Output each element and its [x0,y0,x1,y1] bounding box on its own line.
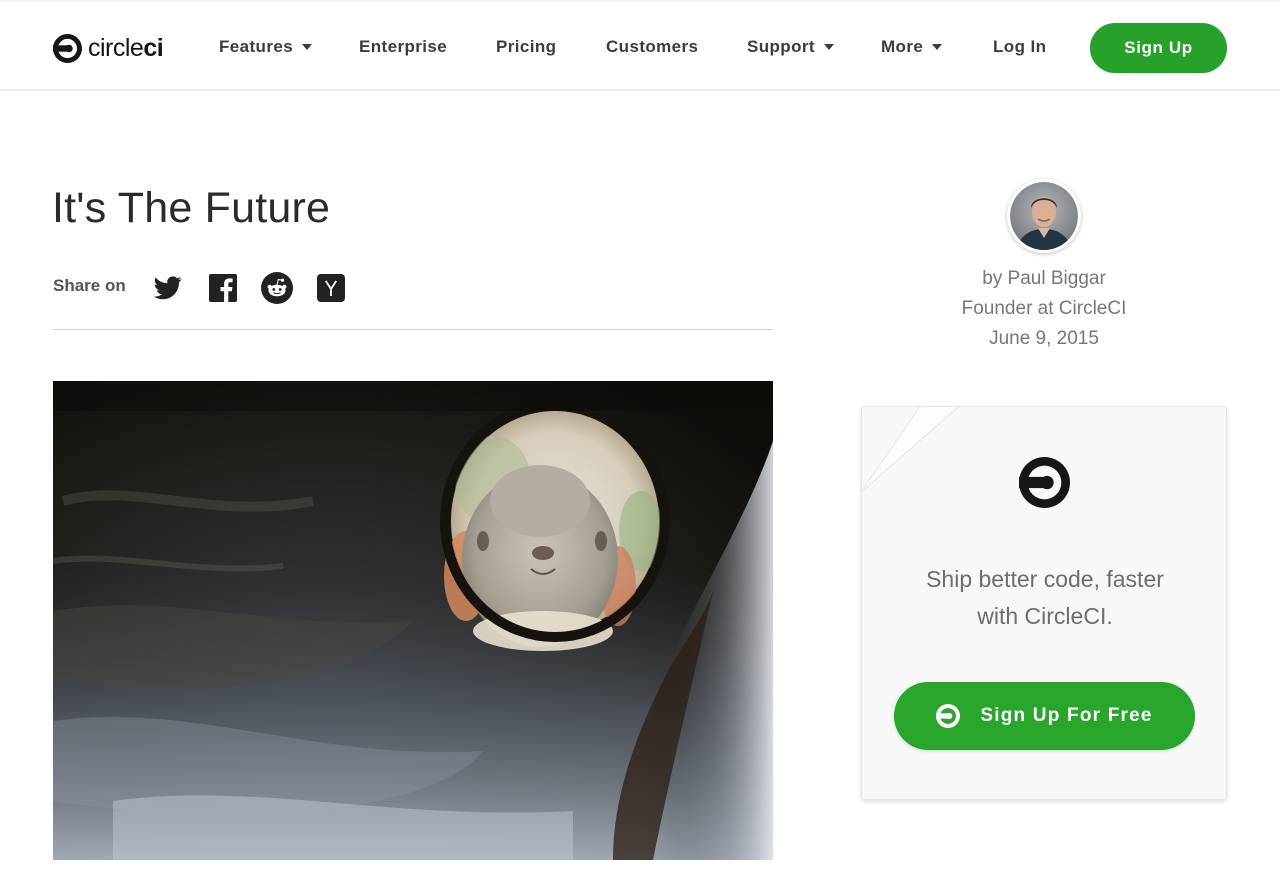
nav-more[interactable]: More [881,36,943,58]
nav-pricing-label: Pricing [496,37,557,56]
nav-customers[interactable]: Customers [606,36,698,58]
article-title: It's The Future [52,184,331,232]
promo-tagline: Ship better code, faster with CircleCI. [862,561,1228,635]
nav-support[interactable]: Support [747,36,834,58]
rabbit-in-log-image [53,381,773,860]
share-hacker-news-button[interactable] [315,272,347,304]
hacker-news-icon [317,274,345,302]
logo-wordmark: circleci [88,34,164,62]
nav-features-label: Features [219,37,294,56]
chevron-down-icon [302,44,313,50]
signup-button[interactable]: Sign Up [1090,23,1227,73]
login-label: Log In [993,37,1047,56]
chevron-down-icon [823,44,834,50]
nav-support-label: Support [747,37,815,56]
twitter-icon [154,276,182,300]
circleci-logo-icon [936,704,961,728]
share-twitter-button[interactable] [152,272,184,304]
promo-tagline-line1: Ship better code, faster [926,566,1164,592]
promo-tagline-line2: with CircleCI. [977,603,1113,629]
chevron-down-icon [932,44,943,50]
nav-enterprise[interactable]: Enterprise [359,36,447,58]
share-label: Share on [53,276,126,295]
author-role: Founder at CircleCI [961,298,1127,319]
nav-more-label: More [881,37,924,56]
share-reddit-button[interactable] [261,272,293,304]
nav-customers-label: Customers [606,37,699,56]
facebook-icon [209,274,237,302]
signup-for-free-button[interactable]: Sign Up For Free [894,682,1195,750]
author-photo [1010,182,1078,250]
publish-date: June 9, 2015 [989,328,1099,349]
article-divider [53,329,773,330]
signup-button-label: Sign Up [1124,38,1193,57]
login-link[interactable]: Log In [993,36,1046,58]
signup-for-free-label: Sign Up For Free [980,705,1153,726]
nav-enterprise-label: Enterprise [359,37,448,56]
article-hero-image [53,381,773,860]
nav-features[interactable]: Features [219,36,313,58]
top-navigation-bar: circleci Features Enterprise Pricing Cus… [0,0,1280,91]
author-byline: by Paul Biggar [982,268,1106,289]
author-avatar [1007,179,1081,253]
page-curl-decoration [862,407,959,492]
circleci-logo[interactable]: circleci [53,33,164,63]
reddit-icon [261,272,293,304]
circleci-logo-icon [53,33,82,63]
share-facebook-button[interactable] [207,272,239,304]
signup-promo-card: Ship better code, faster with CircleCI. … [861,406,1227,800]
nav-pricing[interactable]: Pricing [496,36,556,58]
circleci-logo-icon [1019,457,1070,508]
